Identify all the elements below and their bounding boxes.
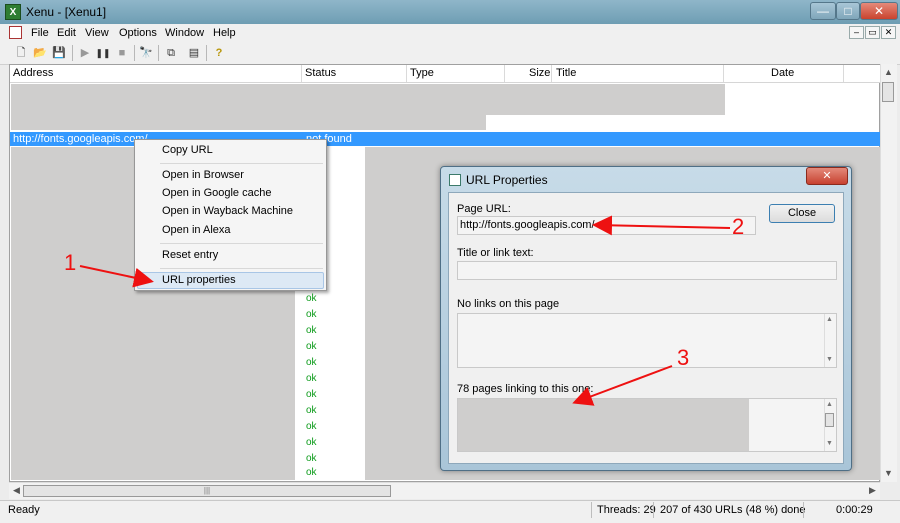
arrow-2 bbox=[592, 215, 731, 236]
annotation-number-1: 1 bbox=[64, 250, 77, 275]
annotation-number-3: 3 bbox=[677, 345, 690, 370]
annotation-arrows bbox=[79, 215, 731, 406]
annotation-number-2: 2 bbox=[732, 214, 745, 239]
arrow-1 bbox=[79, 265, 154, 288]
arrow-3 bbox=[572, 365, 673, 406]
